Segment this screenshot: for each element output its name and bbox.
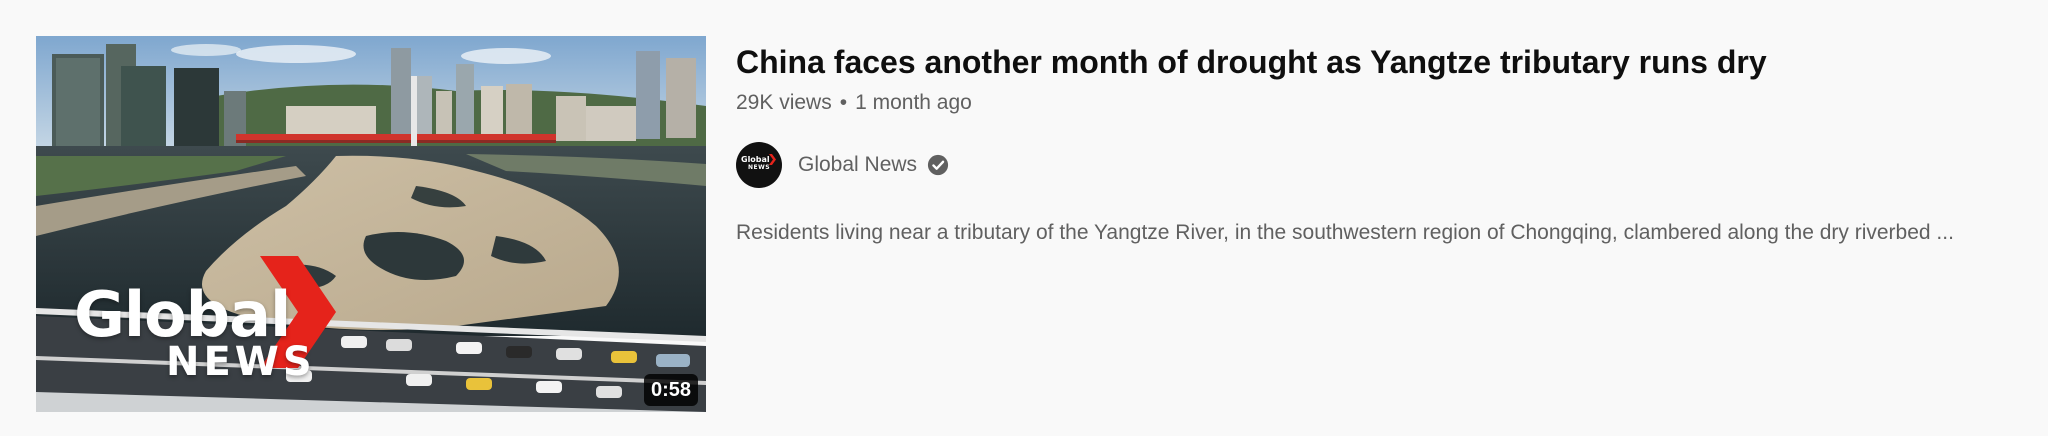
upload-age: 1 month ago [855, 91, 972, 114]
channel-avatar[interactable]: Global NEWS [736, 142, 782, 188]
duration-badge: 0:58 [643, 374, 698, 406]
video-metadata: 29K views • 1 month ago [736, 88, 2016, 118]
meta-separator: • [839, 91, 848, 114]
video-result[interactable]: Global NEWS 0:58 China faces another mon… [36, 36, 2016, 412]
check-circle-icon [927, 154, 949, 176]
avatar-word-news: NEWS [748, 164, 771, 171]
avatar-word-global: Global [741, 155, 770, 164]
channel-name[interactable]: Global News [798, 153, 917, 177]
video-info: China faces another month of drought as … [736, 36, 2016, 412]
video-title[interactable]: China faces another month of drought as … [736, 40, 2016, 84]
video-thumbnail[interactable]: Global NEWS 0:58 [36, 36, 706, 412]
channel-row[interactable]: Global NEWS Global News [736, 142, 2016, 188]
video-description: Residents living near a tributary of the… [736, 221, 1954, 244]
view-count: 29K views [736, 91, 832, 114]
channel-logo-overlay: Global NEWS [74, 284, 374, 394]
logo-word-news: NEWS [166, 339, 316, 385]
logo-word-global: Global [74, 278, 291, 351]
avatar-chevron-icon [769, 154, 776, 165]
